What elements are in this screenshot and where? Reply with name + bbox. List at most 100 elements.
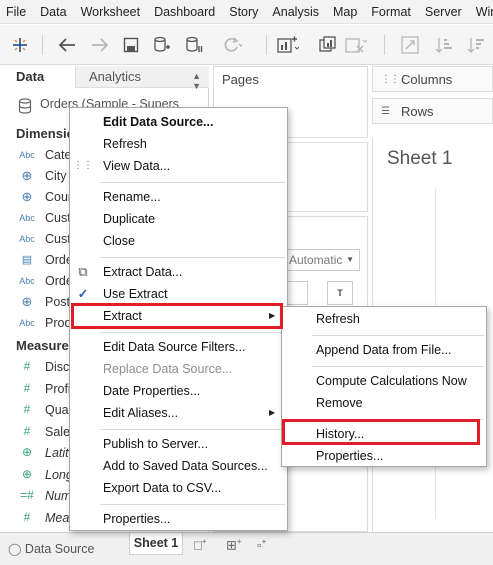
menu-item-view-data[interactable]: ⋮⋮ View Data... [70, 155, 289, 177]
menu-item-close[interactable]: Close [70, 230, 289, 252]
menu-server[interactable]: Server [418, 0, 469, 23]
menu-item-label: Duplicate [103, 212, 156, 226]
database-icon [18, 98, 32, 114]
abc-icon: Abc [19, 213, 35, 223]
menu-story[interactable]: Story [222, 0, 265, 23]
menu-item-refresh[interactable]: Refresh [70, 133, 289, 155]
menu-divider [312, 334, 484, 336]
menu-data[interactable]: Data [33, 0, 73, 23]
number-icon: =# [20, 488, 34, 502]
menu-item-rename[interactable]: Rename... [70, 186, 289, 208]
extract-icon: ⧉ [78, 264, 88, 279]
sheet-title[interactable]: Sheet 1 [387, 148, 453, 170]
menu-item-edit-data-source-filters[interactable]: Edit Data Source Filters... [70, 336, 289, 358]
menu-item-date-properties[interactable]: Date Properties... [70, 380, 289, 402]
menu-item-label: Append Data from File... [316, 343, 452, 357]
menu-item-use-extract[interactable]: ✓ Use Extract [70, 283, 289, 305]
menu-item-compute-calculations-now[interactable]: Compute Calculations Now [282, 370, 488, 392]
sheet-tab[interactable]: Sheet 1 [129, 533, 183, 555]
mark-type-dropdown[interactable]: Automatic ▼ [282, 249, 360, 271]
save-icon[interactable] [119, 33, 143, 57]
pane-tabs: Data Analytics ▲ ▼ [0, 66, 209, 91]
menu-item-label: Date Properties... [103, 384, 201, 398]
new-data-source-icon[interactable] [150, 33, 174, 57]
menu-file[interactable]: File [0, 0, 33, 23]
menu-item-add-to-saved-data-sources[interactable]: Add to Saved Data Sources... [70, 455, 289, 477]
menu-item-label: Edit Data Source Filters... [103, 340, 246, 354]
abc-icon: Abc [19, 150, 35, 160]
forward-arrow-icon[interactable] [88, 33, 112, 57]
menu-map[interactable]: Map [326, 0, 364, 23]
sort-caret-icon[interactable]: ▲ ▼ [192, 71, 201, 91]
duplicate-sheet-icon[interactable] [316, 33, 340, 57]
refresh-icon[interactable] [220, 33, 244, 57]
calendar-icon: ▤ [21, 254, 33, 266]
menu-item-export-data-to-csv[interactable]: Export Data to CSV... [70, 477, 289, 499]
menu-window[interactable]: Wind [469, 0, 493, 23]
menu-item-label: Compute Calculations Now [316, 374, 467, 388]
clear-sheet-icon[interactable] [344, 33, 368, 57]
menu-item-label: Refresh [316, 312, 360, 326]
menu-item-label: Use Extract [103, 287, 168, 301]
number-icon: # [23, 380, 31, 395]
menu-item-label: View Data... [103, 159, 171, 173]
menu-divider [100, 181, 285, 183]
sort-ascending-icon[interactable] [432, 33, 456, 57]
columns-shelf[interactable]: ⋮⋮⋮ Columns [372, 66, 493, 92]
menu-item-label: Edit Data Source... [103, 115, 214, 129]
menu-item-remove[interactable]: Remove [282, 392, 488, 414]
analytics-tab[interactable]: Analytics ▲ ▼ [75, 66, 209, 91]
menu-item-label: Add to Saved Data Sources... [103, 459, 268, 473]
menu-dashboard[interactable]: Dashboard [147, 0, 222, 23]
menu-item-label: Rename... [103, 190, 161, 204]
columns-label: Columns [401, 72, 453, 87]
menu-item-edit-aliases[interactable]: Edit Aliases... ▶ [70, 402, 289, 424]
menu-divider [100, 331, 285, 333]
swap-rows-columns-icon[interactable] [398, 33, 422, 57]
back-arrow-icon[interactable] [55, 33, 79, 57]
pause-updates-icon[interactable] [182, 33, 206, 57]
new-worksheet-icon[interactable]: □+ [194, 537, 207, 552]
mark-type-value: Automatic [289, 253, 343, 267]
menu-divider [312, 365, 484, 367]
new-story-icon[interactable]: ▫+ [257, 537, 266, 552]
new-worksheet-icon[interactable] [276, 33, 300, 57]
menu-item-properties[interactable]: Properties... [282, 445, 488, 467]
rows-label: Rows [401, 104, 434, 119]
rows-shelf[interactable]: ☰ Rows [372, 98, 493, 124]
database-icon: ◯ [8, 542, 22, 556]
menu-format[interactable]: Format [364, 0, 418, 23]
menu-item-label: Close [103, 234, 135, 248]
toolbar [0, 25, 493, 65]
data-source-tab[interactable]: ◯ Data Source [8, 542, 94, 556]
menu-worksheet[interactable]: Worksheet [74, 0, 148, 23]
menu-item-duplicate[interactable]: Duplicate [70, 208, 289, 230]
globe-icon: ⊕ [21, 466, 33, 481]
new-dashboard-icon[interactable]: ⊞+ [226, 537, 242, 553]
menu-analysis[interactable]: Analysis [265, 0, 326, 23]
number-icon: # [23, 359, 31, 373]
tableau-logo-icon[interactable] [8, 33, 32, 57]
sort-descending-icon[interactable] [464, 33, 488, 57]
chevron-down-icon: ▼ [346, 255, 354, 264]
menu-item-publish-to-server[interactable]: Publish to Server... [70, 433, 289, 455]
menu-item-edit-data-source[interactable]: Edit Data Source... [70, 111, 289, 133]
menu-item-properties[interactable]: Properties... [70, 508, 289, 530]
menu-item-extract-data[interactable]: ⧉ Extract Data... [70, 261, 289, 283]
abc-icon: Abc [19, 276, 35, 286]
globe-icon: ⊕ [21, 168, 33, 183]
menu-item-label: Replace Data Source... [103, 362, 233, 376]
analytics-tab-label: Analytics [89, 69, 142, 84]
dimension-field-name: City [45, 169, 67, 183]
menu-item-refresh[interactable]: Refresh [282, 308, 488, 330]
extract-highlight [71, 303, 283, 329]
sheet-tabs-bar: ◯ Data Source Sheet 1 □+ ⊞+ ▫+ [0, 532, 493, 565]
measures-header: Measures [16, 338, 76, 353]
menu-divider [100, 428, 285, 430]
menu-item-append-data-from-file[interactable]: Append Data from File... [282, 339, 488, 361]
data-source-tab-label: Data Source [24, 542, 95, 556]
data-tab[interactable]: Data [0, 66, 75, 88]
text-mark-icon[interactable]: T [327, 281, 353, 305]
menu-item-label: Refresh [103, 137, 147, 151]
rows-icon: ☰ [381, 106, 390, 117]
